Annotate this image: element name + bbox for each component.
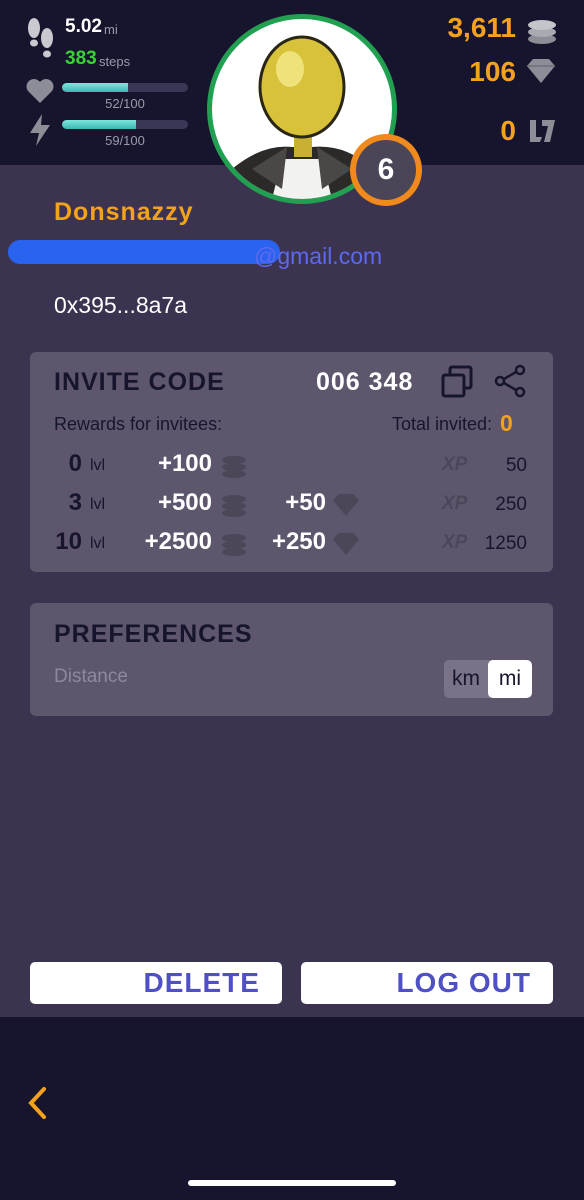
back-chevron-icon[interactable]	[26, 1086, 50, 1120]
email-address: @gmail.com	[254, 243, 383, 269]
wallet-address[interactable]: 0x395...8a7a	[54, 292, 187, 319]
distance-toggle[interactable]: km mi	[444, 660, 532, 698]
toggle-km[interactable]: km	[444, 660, 488, 698]
xp-icon: XP	[442, 532, 468, 553]
total-invited-value: 0	[500, 410, 513, 436]
reward-coins: +500	[157, 489, 212, 516]
gems-count: 106	[469, 56, 516, 87]
health-bar	[62, 83, 188, 92]
gem-icon	[333, 493, 359, 517]
token-count: 0	[500, 115, 516, 146]
reward-row: 0 lvl +100 XP 50	[30, 446, 553, 486]
toggle-mi[interactable]: mi	[488, 660, 532, 698]
copy-icon[interactable]	[440, 365, 474, 399]
coin-stack-icon	[222, 456, 246, 478]
reward-level-unit: lvl	[90, 496, 106, 513]
heart-icon	[26, 79, 54, 103]
reward-level: 10	[55, 528, 82, 555]
reward-level: 3	[68, 489, 82, 516]
reward-level-unit: lvl	[90, 457, 106, 474]
bottom-nav-bar	[0, 1017, 584, 1200]
reward-xp: 50	[505, 455, 527, 476]
coins-count: 3,611	[447, 12, 516, 43]
energy-text: 59/100	[105, 133, 145, 148]
steps-value: 383	[65, 48, 97, 69]
total-invited-label: Total invited:	[392, 414, 493, 434]
steps-unit: steps	[99, 54, 131, 69]
distance-value: 5.02	[65, 16, 102, 37]
xp-icon: XP	[442, 493, 468, 514]
lightning-icon	[30, 114, 50, 146]
footsteps-icon	[28, 18, 53, 58]
reward-gems: +250	[271, 528, 326, 555]
reward-coins: +2500	[144, 528, 212, 555]
reward-xp: 250	[495, 494, 527, 515]
reward-gems: +50	[285, 489, 326, 516]
reward-row: 10 lvl +2500 +250 XP 1250	[30, 524, 553, 564]
distance-unit: mi	[104, 22, 118, 37]
email-redaction	[8, 240, 280, 264]
reward-xp: 1250	[484, 533, 527, 554]
reward-level: 0	[68, 450, 82, 477]
invite-title: INVITE CODE	[54, 368, 225, 396]
health-text: 52/100	[105, 96, 145, 111]
reward-level-unit: lvl	[90, 535, 106, 552]
preferences-title: PREFERENCES	[54, 620, 253, 648]
xp-icon: XP	[442, 454, 468, 475]
reward-coins: +100	[157, 450, 212, 477]
username: Donsnazzy	[54, 198, 194, 226]
gem-icon	[333, 532, 359, 556]
token-icon	[530, 120, 555, 142]
home-indicator	[188, 1180, 396, 1186]
logout-button[interactable]: LOG OUT	[301, 962, 553, 1004]
gem-icon	[527, 59, 555, 83]
coin-stack-icon	[222, 495, 246, 517]
share-icon[interactable]	[494, 364, 528, 398]
level-badge: 6	[356, 140, 416, 200]
reward-row: 3 lvl +500 +50 XP 250	[30, 485, 553, 525]
delete-button[interactable]: DELETE	[30, 962, 282, 1004]
coin-stack-icon	[222, 534, 246, 556]
rewards-label: Rewards for invitees:	[54, 414, 223, 434]
energy-bar	[62, 120, 188, 129]
coin-stack-icon	[528, 20, 556, 44]
distance-label: Distance	[54, 666, 128, 687]
invite-code: 006 348	[316, 368, 414, 396]
